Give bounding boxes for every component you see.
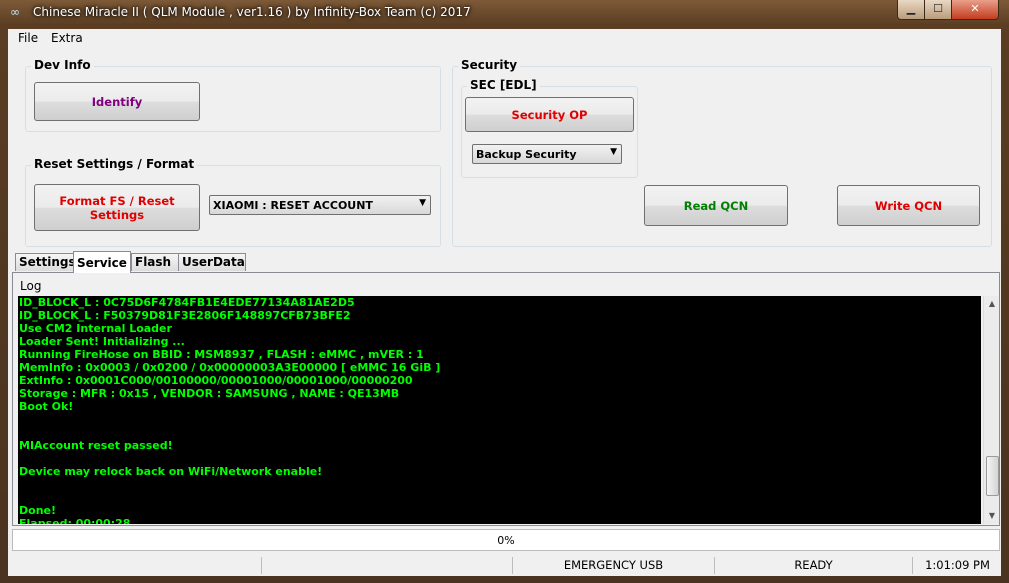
log-line: Loader Sent! Initializing ... bbox=[19, 335, 185, 348]
app-window: ∞ Chinese Miracle II ( QLM Module , ver1… bbox=[0, 0, 1009, 583]
menu-extra[interactable]: Extra bbox=[51, 31, 83, 45]
backup-security-select[interactable]: Backup Security ▼ bbox=[472, 144, 622, 164]
security-op-button[interactable]: Security OP bbox=[465, 97, 634, 132]
progress-text: 0% bbox=[497, 534, 515, 547]
log-line: MIAccount reset passed! bbox=[19, 439, 173, 452]
close-button[interactable]: ✕ bbox=[951, 0, 999, 20]
status-panel-1 bbox=[8, 557, 260, 574]
menu-file[interactable]: File bbox=[18, 31, 38, 45]
log-scrollbar[interactable]: ▲ ▼ bbox=[983, 296, 999, 524]
status-time: 1:01:09 PM bbox=[912, 557, 1002, 574]
infinity-icon: ∞ bbox=[10, 5, 20, 19]
log-line: Device may relock back on WiFi/Network e… bbox=[19, 465, 323, 478]
tab-service[interactable]: Service bbox=[73, 251, 131, 273]
progress-bar: 0% bbox=[12, 529, 1000, 551]
client-area: File Extra Dev Info Identify Reset Setti… bbox=[8, 29, 1001, 576]
sec-edl-group: SEC [EDL] Security OP Backup Security ▼ bbox=[461, 78, 638, 178]
reset-settings-group: Reset Settings / Format Format FS / Rese… bbox=[25, 157, 441, 247]
tab-settings[interactable]: Settings bbox=[15, 253, 76, 271]
log-line: MemInfo : 0x0003 / 0x0200 / 0x00000003A3… bbox=[19, 361, 441, 374]
log-line: ID_BLOCK_L : 0C75D6F4784FB1E4EDE77134A81… bbox=[19, 296, 355, 309]
log-line: Elapsed: 00:00:28 bbox=[19, 517, 131, 524]
log-line: Running FireHose on BBID : MSM8937 , FLA… bbox=[19, 348, 424, 361]
reset-mode-value: XIAOMI : RESET ACCOUNT bbox=[213, 199, 373, 212]
scroll-down-arrow-icon[interactable]: ▼ bbox=[984, 508, 1000, 524]
format-fs-reset-button[interactable]: Format FS / Reset Settings bbox=[34, 184, 200, 231]
write-qcn-button[interactable]: Write QCN bbox=[837, 185, 980, 226]
log-line: Done! bbox=[19, 504, 56, 517]
log-line: Boot Ok! bbox=[19, 400, 74, 413]
log-line: Storage : MFR : 0x15 , VENDOR : SAMSUNG … bbox=[19, 387, 400, 400]
maximize-button[interactable]: ☐ bbox=[924, 0, 952, 20]
log-line: ExtInfo : 0x0001C000/00100000/00001000/0… bbox=[19, 374, 413, 387]
scroll-up-arrow-icon[interactable]: ▲ bbox=[984, 296, 1000, 312]
title-bar[interactable]: ∞ Chinese Miracle II ( QLM Module , ver1… bbox=[0, 0, 1009, 28]
chevron-down-icon: ▼ bbox=[419, 198, 426, 208]
chevron-down-icon: ▼ bbox=[610, 147, 617, 157]
status-connection: EMERGENCY USB bbox=[512, 557, 714, 574]
security-group: Security SEC [EDL] Security OP Backup Se… bbox=[452, 58, 992, 247]
log-output[interactable]: ID_BLOCK_L : 0C75D6F4784FB1E4EDE77134A81… bbox=[18, 296, 981, 524]
status-panel-2 bbox=[261, 557, 512, 574]
reset-mode-select[interactable]: XIAOMI : RESET ACCOUNT ▼ bbox=[209, 195, 431, 215]
read-qcn-button[interactable]: Read QCN bbox=[644, 185, 788, 226]
dev-info-group: Dev Info Identify bbox=[25, 58, 441, 132]
sec-edl-title: SEC [EDL] bbox=[467, 78, 540, 92]
status-bar: EMERGENCY USB READY 1:01:09 PM bbox=[8, 555, 1001, 576]
reset-settings-title: Reset Settings / Format bbox=[31, 157, 198, 171]
log-line: ID_BLOCK_L : F50379D81F3E2806F148897CFB7… bbox=[19, 309, 351, 322]
scroll-thumb[interactable] bbox=[986, 456, 999, 496]
security-title: Security bbox=[458, 58, 521, 72]
dev-info-title: Dev Info bbox=[31, 58, 94, 72]
menu-bar: File Extra bbox=[8, 29, 1001, 47]
log-line: Use CM2 Internal Loader bbox=[19, 322, 172, 335]
tab-userdata[interactable]: UserData bbox=[178, 253, 246, 271]
backup-security-value: Backup Security bbox=[476, 148, 577, 161]
log-label: Log bbox=[20, 279, 42, 293]
tab-flash[interactable]: Flash bbox=[131, 253, 179, 271]
minimize-button[interactable]: ▁ bbox=[897, 0, 925, 20]
window-title: Chinese Miracle II ( QLM Module , ver1.1… bbox=[33, 5, 471, 19]
identify-button[interactable]: Identify bbox=[34, 82, 200, 121]
status-state: READY bbox=[714, 557, 912, 574]
